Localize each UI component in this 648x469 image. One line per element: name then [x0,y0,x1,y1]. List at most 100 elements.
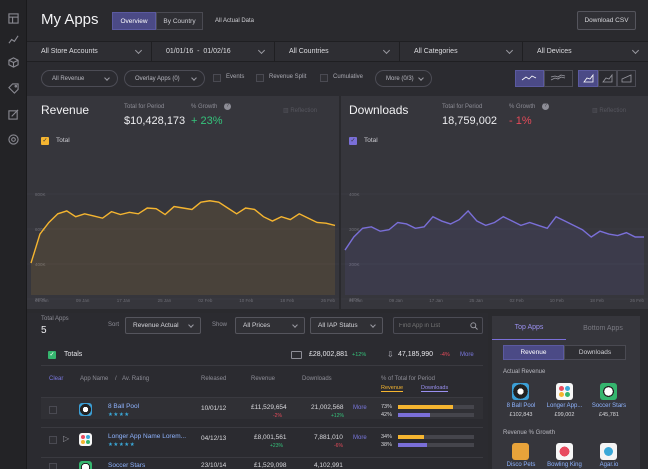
sort-dropdown[interactable]: Revenue Actual [125,317,201,334]
top-app-name[interactable]: Longer App... [543,403,586,409]
revenue-chart: 800K600K400K200K01 Jan09 Jan17 Jan25 Jan… [27,192,339,303]
x-tick-label: 18 Feb [590,298,605,303]
8-ball-icon[interactable] [512,383,529,400]
downloads-legend-checkbox[interactable]: ✓ [349,137,357,145]
top-app-name[interactable]: 8 Ball Pool [503,403,539,409]
overlay-apps-dropdown[interactable]: Overlay Apps (0) [124,70,205,87]
area-chart-icon [583,73,594,83]
more-options-dropdown[interactable]: More (0/3) [375,70,432,87]
chevron-down-icon [631,46,640,55]
soccer-icon[interactable] [600,383,617,400]
top-app-value: £102,843 [509,412,533,418]
categories-filter[interactable]: All Categories [400,41,523,62]
growth-app-name[interactable]: Agar.io [588,462,630,468]
events-checkbox[interactable] [213,74,221,82]
disco-pets-icon[interactable] [512,443,529,460]
download-csv-button[interactable]: Download CSV [577,11,636,30]
table-icon[interactable] [8,13,19,24]
cumulative-checkbox[interactable] [320,74,328,82]
tag-icon[interactable] [8,83,19,94]
info-icon[interactable]: ? [224,103,231,110]
toggle-downloads[interactable]: Downloads [564,345,626,360]
x-tick-label: 17 Jan [429,298,443,303]
downloads-reflection-toggle[interactable]: ▥ Reflection [592,107,626,114]
line-chart-toggle[interactable] [515,70,544,87]
page-title: My Apps [41,11,99,28]
subheader-downloads[interactable]: Downloads [421,385,449,392]
header-separator: / [115,376,117,382]
multi-line-toggle[interactable] [544,70,573,87]
devices-label: All Devices [537,48,572,55]
actual-revenue-label: Actual Revenue [503,369,546,375]
downloads-chart: 400K300K200K100K01 Jan09 Jan17 Jan25 Jan… [341,192,648,303]
area-chart-toggle[interactable] [578,70,598,87]
store-accounts-filter[interactable]: All Store Accounts [27,41,152,62]
support-icon[interactable] [8,134,19,145]
x-tick-label: 09 Jan [76,298,90,303]
table-row[interactable]: Soccer Stars 23/10/14 £1,529,098 4,102,9… [41,457,483,469]
revenue-growth-value: + 23% [191,115,223,127]
released-date: 23/10/14 [201,462,227,469]
bowling-icon[interactable] [556,443,573,460]
table-row[interactable]: ▷ Longer App Name Lorem... ★★★★★ 04/12/1… [41,427,483,449]
agar-icon[interactable] [600,443,617,460]
price-filter-dropdown[interactable]: All Prices [235,317,305,334]
tab-by-country[interactable]: By Country [156,12,203,30]
chevron-down-icon [418,75,424,81]
iap-filter-dropdown[interactable]: All IAP Status [310,317,383,334]
toggle-revenue[interactable]: Revenue [503,345,564,360]
row-checkbox[interactable] [49,436,57,444]
edit-icon[interactable] [8,109,19,120]
tab-top-apps[interactable]: Top Apps [492,316,566,340]
revenue-legend-checkbox[interactable]: ✓ [41,137,49,145]
header-revenue[interactable]: Revenue [251,376,275,382]
header-released[interactable]: Released [201,376,226,382]
revenue-split-checkbox[interactable] [256,74,264,82]
stacked-area-toggle[interactable] [598,70,617,87]
reflection-label: Reflection [290,108,318,114]
row-checkbox[interactable] [49,463,57,469]
x-tick-label: 25 Jan [158,298,172,303]
downloads-percent-bar [398,413,430,417]
table-row[interactable]: 8 Ball Pool ★★★★ 10/01/12 £11,529,654 -2… [41,397,483,419]
dots-app-icon[interactable] [556,383,573,400]
row-checkbox[interactable] [49,406,57,414]
top-app-name[interactable]: Soccer Stars [588,403,630,409]
app-search-input[interactable] [399,321,465,331]
trend-icon[interactable] [8,34,19,45]
row-more-link[interactable]: More [353,405,367,411]
date-range-filter[interactable]: 01/01/16 - 01/02/16 [152,41,275,62]
sort-value: Revenue Actual [133,322,179,329]
tab-bottom-apps[interactable]: Bottom Apps [566,316,640,340]
app-name-link[interactable]: Longer App Name Lorem... [108,433,186,440]
chevron-down-icon [370,322,376,328]
row-more-link[interactable]: More [353,435,367,441]
app-search-field[interactable] [393,317,483,334]
revenue-reflection-toggle[interactable]: ▥ Reflection [283,107,317,114]
info-icon[interactable]: ? [542,103,549,110]
header-downloads[interactable]: Downloads [302,376,332,382]
clear-link[interactable]: Clear [49,376,63,382]
chevron-down-icon [382,46,391,55]
totals-checkbox[interactable]: ✓ [48,351,56,359]
tab-overview[interactable]: Overview [112,12,156,30]
subheader-revenue[interactable]: Revenue [381,385,404,392]
percent-area-toggle[interactable] [617,70,636,87]
header-app-name[interactable]: App Name [80,376,108,382]
downloads-growth: +12% [331,413,344,419]
search-icon [470,322,478,330]
countries-filter[interactable]: All Countries [275,41,400,62]
growth-app-name[interactable]: Bowling King [543,462,586,468]
app-name-link[interactable]: Soccer Stars [108,462,145,469]
revenue-value: £8,001,561 [254,434,287,441]
revenue-dropdown[interactable]: All Revenue [41,70,118,87]
app-name-link[interactable]: 8 Ball Pool [108,403,139,410]
growth-app-name[interactable]: Disco Pets [503,462,539,468]
percent-area-icon [621,74,632,83]
cube-icon[interactable] [8,57,19,68]
devices-filter[interactable]: All Devices [523,41,648,62]
show-label: Show [212,322,228,328]
header-rating[interactable]: Av. Rating [122,376,149,382]
downloads-growth: -6% [334,443,343,449]
totals-more-link[interactable]: More [460,352,474,358]
